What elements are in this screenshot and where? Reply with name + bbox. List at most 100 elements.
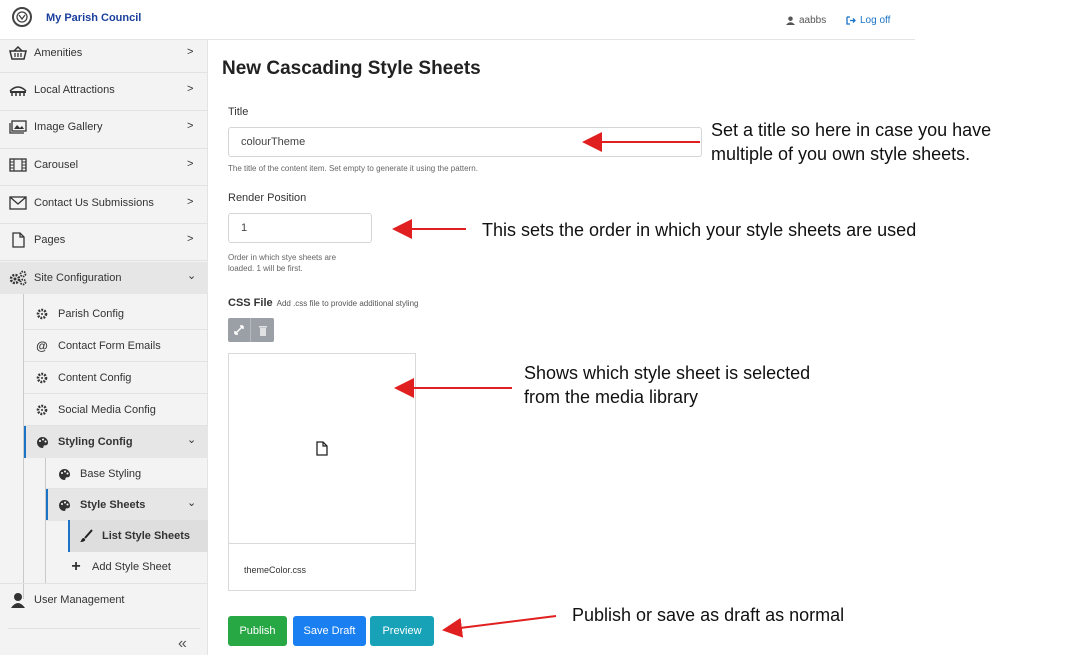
chevron-down-icon: ⌄	[187, 270, 197, 282]
sidebar-item-site-configuration[interactable]: Site Configuration ⌄	[0, 262, 208, 294]
crop-icon	[234, 325, 244, 335]
title-annotation: Set a title so here in case you have mul…	[711, 120, 992, 164]
sidebar-item-label: Parish Config	[58, 308, 125, 320]
sidebar-item-label: Social Media Config	[58, 404, 156, 416]
top-bar: My Parish Council aabbs Log off	[0, 0, 915, 40]
palette-icon	[32, 434, 52, 450]
css-file-header: CSS File Add .css file to provide additi…	[228, 297, 418, 309]
render-position-value: 1	[241, 222, 248, 234]
sidebar-item-label: Pages	[34, 234, 66, 246]
collapse-sidebar-icon[interactable]: «	[178, 635, 187, 653]
image-gallery-icon	[8, 119, 28, 135]
cog-icon	[32, 370, 52, 386]
username: aabbs	[799, 15, 827, 26]
chevron-down-icon: ⌄	[187, 497, 197, 509]
buttons-annotation: Publish or save as draft as normal	[572, 605, 845, 625]
sidebar-item-label: Image Gallery	[34, 121, 103, 133]
sidebar-item-label: Site Configuration	[34, 272, 122, 284]
title-input[interactable]: colourTheme	[228, 127, 702, 157]
parish-logo-icon[interactable]	[12, 7, 32, 27]
sidebar-item-label: Base Styling	[80, 468, 142, 480]
delete-media-button[interactable]	[251, 318, 274, 342]
sidebar-item-style-sheets[interactable]: Style Sheets ⌄	[46, 489, 208, 521]
media-preview-card[interactable]: themeColor.css	[228, 353, 416, 591]
media-field-toolbar	[228, 318, 274, 342]
sidebar-item-add-style-sheet[interactable]: + Add Style Sheet	[58, 551, 208, 583]
cog-icon	[32, 402, 52, 418]
chevron-right-icon: >	[187, 46, 194, 58]
at-icon: @	[36, 339, 48, 353]
publish-button[interactable]: Publish	[228, 616, 287, 646]
sidebar-item-label: Styling Config	[58, 436, 133, 448]
sidebar-item-carousel[interactable]: Carousel >	[0, 149, 208, 181]
title-help-text: The title of the content item. Set empty…	[228, 164, 478, 173]
sidebar: Amenities > Local Attractions > Image Ga…	[0, 40, 208, 655]
sidebar-item-label: Add Style Sheet	[92, 561, 171, 573]
sidebar-item-user-management[interactable]: User Management	[0, 584, 208, 616]
media-annotation: Shows which style sheet is selected from…	[524, 363, 811, 407]
envelope-icon	[8, 195, 28, 211]
sidebar-item-content-config[interactable]: Content Config	[24, 362, 208, 394]
sidebar-item-local-attractions[interactable]: Local Attractions >	[0, 74, 208, 106]
media-preview-area	[229, 354, 415, 544]
cogs-icon	[8, 270, 28, 286]
sidebar-item-label: Local Attractions	[34, 84, 115, 96]
media-filename: themeColor.css	[244, 565, 307, 575]
sidebar-item-base-styling[interactable]: Base Styling	[46, 458, 208, 490]
plus-icon: +	[71, 558, 81, 575]
save-draft-button[interactable]: Save Draft	[293, 616, 366, 646]
render-annotation: This sets the order in which your style …	[482, 220, 917, 240]
chevron-right-icon: >	[187, 120, 194, 132]
chevron-right-icon: >	[187, 196, 194, 208]
sidebar-item-label: Style Sheets	[80, 499, 146, 511]
chevron-right-icon: >	[187, 158, 194, 170]
cog-icon	[32, 306, 52, 322]
select-media-button[interactable]	[228, 318, 251, 342]
file-icon	[316, 441, 328, 456]
palette-icon	[54, 497, 74, 513]
render-position-label: Render Position	[228, 192, 307, 204]
title-input-value: colourTheme	[241, 136, 306, 148]
user-icon	[786, 16, 795, 25]
css-file-help: Add .css file to provide additional styl…	[276, 299, 419, 308]
trash-icon	[258, 325, 267, 336]
page-title: New Cascading Style Sheets	[222, 58, 481, 79]
chevron-down-icon: ⌄	[187, 434, 197, 446]
palette-icon	[54, 466, 74, 482]
basket-icon	[8, 45, 28, 61]
preview-button[interactable]: Preview	[370, 616, 434, 646]
sidebar-item-contact-form-emails[interactable]: @ Contact Form Emails	[24, 330, 208, 362]
render-position-input[interactable]: 1	[228, 213, 372, 243]
sidebar-item-label: User Management	[34, 594, 125, 606]
sidebar-item-label: Contact Form Emails	[58, 340, 161, 352]
logoff-label: Log off	[860, 15, 891, 26]
sidebar-item-list-style-sheets[interactable]: List Style Sheets	[68, 520, 208, 552]
title-label: Title	[228, 106, 249, 118]
sidebar-item-label: Contact Us Submissions	[34, 197, 154, 209]
sidebar-item-label: List Style Sheets	[102, 530, 191, 542]
logoff-link[interactable]: Log off	[846, 15, 890, 26]
brand-name[interactable]: My Parish Council	[46, 12, 141, 24]
sidebar-item-contact-us-submissions[interactable]: Contact Us Submissions >	[0, 187, 208, 219]
chevron-right-icon: >	[187, 233, 194, 245]
render-position-help-text: Order in which stye sheets are loaded. 1…	[228, 253, 337, 273]
sidebar-item-label: Amenities	[34, 47, 83, 59]
sidebar-item-amenities[interactable]: Amenities >	[0, 37, 208, 69]
user-info[interactable]: aabbs	[786, 15, 826, 26]
film-icon	[8, 157, 28, 173]
sign-out-icon	[846, 16, 856, 25]
landmark-icon	[8, 82, 28, 98]
user-icon	[8, 592, 28, 608]
file-icon	[8, 232, 28, 248]
sidebar-item-pages[interactable]: Pages >	[0, 224, 208, 256]
sidebar-item-label: Carousel	[34, 159, 79, 171]
sidebar-item-social-media-config[interactable]: Social Media Config	[24, 394, 208, 426]
sidebar-item-label: Content Config	[58, 372, 132, 384]
buttons-arrow	[442, 615, 557, 638]
css-file-label: CSS File	[228, 297, 273, 309]
brush-icon	[76, 528, 96, 544]
sidebar-item-parish-config[interactable]: Parish Config	[24, 298, 208, 330]
sidebar-item-image-gallery[interactable]: Image Gallery >	[0, 111, 208, 143]
sidebar-item-styling-config[interactable]: Styling Config ⌄	[24, 426, 208, 458]
chevron-right-icon: >	[187, 83, 194, 95]
